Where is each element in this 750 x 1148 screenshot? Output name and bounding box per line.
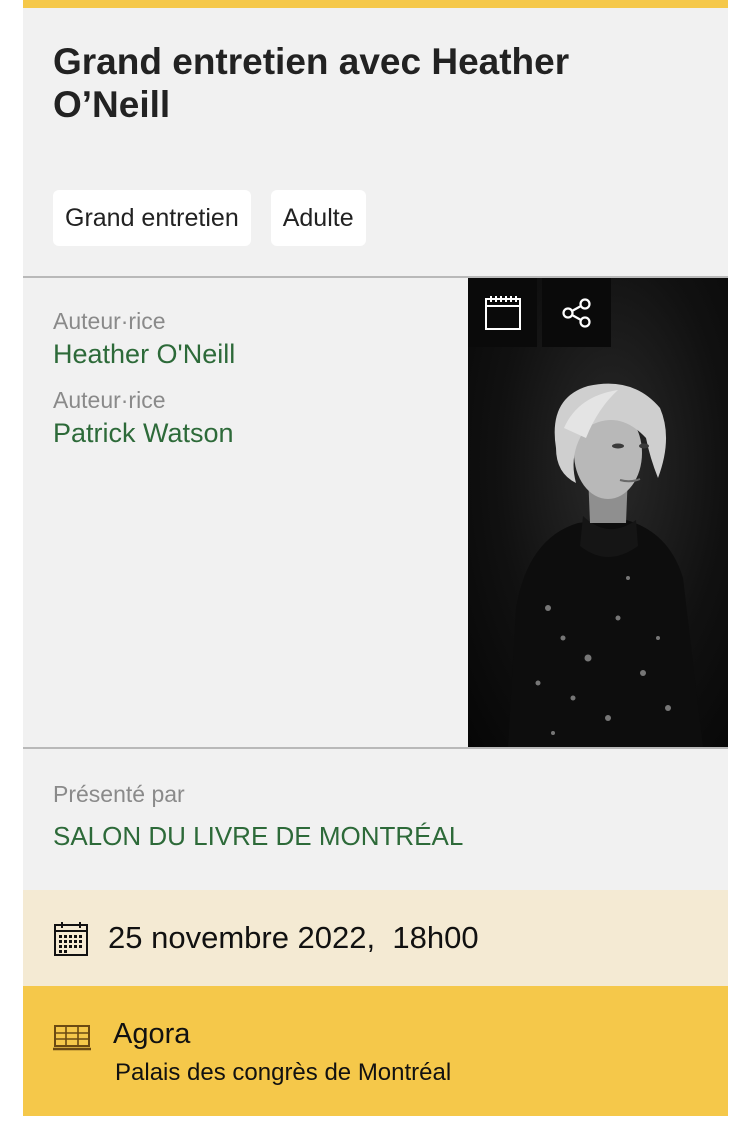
tag-list: Grand entretien Adulte (53, 190, 366, 246)
presenter-section: Présenté par SALON DU LIVRE DE MONTRÉAL (53, 779, 463, 854)
building-icon (53, 1025, 91, 1051)
event-title: Grand entretien avec Heather O’Neill (53, 41, 570, 125)
share-icon (561, 297, 591, 328)
divider (23, 747, 728, 749)
venue-band: Agora Palais des congrès de Montréal (23, 986, 728, 1116)
tag-adulte[interactable]: Adulte (270, 190, 366, 246)
contributor-role: Auteur·rice (53, 308, 166, 334)
author-photo (468, 278, 728, 747)
tag-grand-entretien[interactable]: Grand entretien (53, 190, 251, 246)
event-card: Grand entretien avec Heather O’Neill Gra… (23, 0, 728, 1116)
calendar-icon (54, 922, 88, 956)
calendar-icon (484, 295, 521, 330)
share-button[interactable] (542, 278, 611, 347)
contributor-list: Auteur·rice Heather O'Neill Auteur·rice … (53, 306, 453, 464)
venue-name: Agora (113, 1018, 191, 1050)
organizer-link[interactable]: SALON DU LIVRE DE MONTRÉAL (53, 818, 463, 854)
accent-bar (23, 0, 728, 8)
date-band: 25 novembre 2022, 18h00 (23, 890, 728, 986)
presented-by-label: Présenté par (53, 781, 185, 807)
contributor-role: Auteur·rice (53, 387, 166, 413)
contributor-name-patrick-watson[interactable]: Patrick Watson (53, 415, 453, 451)
add-to-calendar-button[interactable] (468, 278, 537, 347)
event-date-time: 25 novembre 2022, 18h00 (108, 920, 479, 955)
contributor-name-heather-oneill[interactable]: Heather O'Neill (53, 336, 453, 372)
venue-location: Palais des congrès de Montréal (115, 1059, 452, 1086)
